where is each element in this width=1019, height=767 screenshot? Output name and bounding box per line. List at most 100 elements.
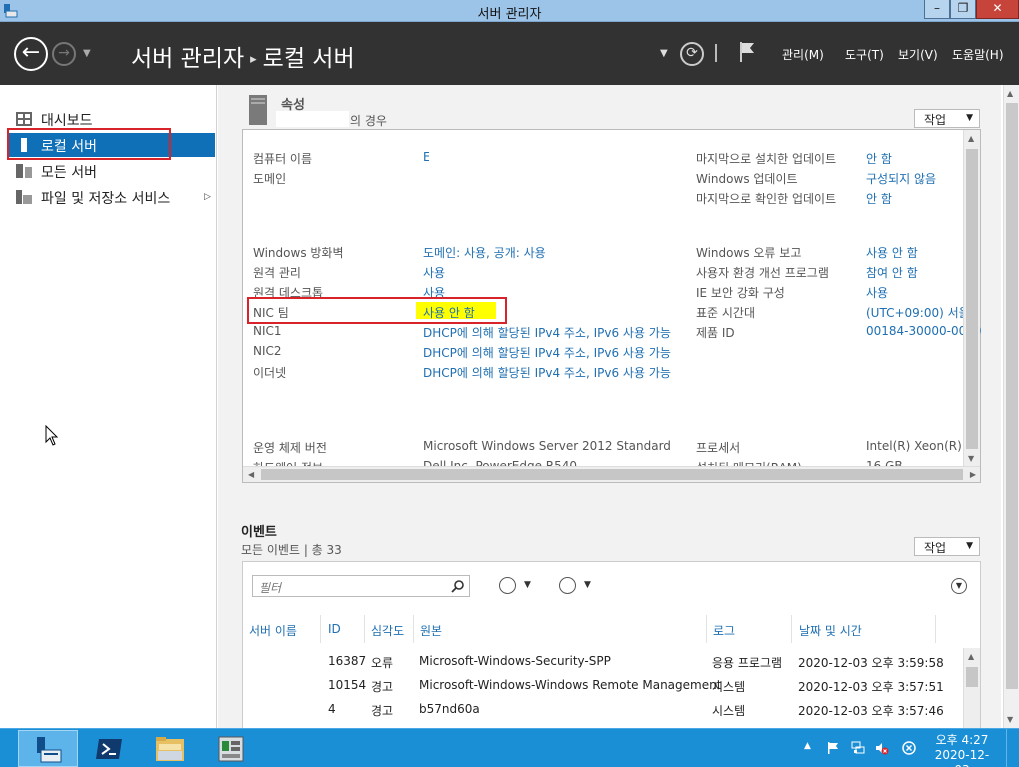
annotation-highlight-box — [247, 297, 507, 324]
close-button[interactable]: ✕ — [976, 0, 1019, 19]
chevron-down-icon[interactable]: ▼ — [524, 580, 531, 590]
scrollbar-thumb[interactable] — [966, 667, 978, 687]
prop-value-error-reporting[interactable]: 사용 안 함 — [866, 244, 918, 261]
cancel-icon[interactable] — [902, 741, 916, 755]
prop-value-firewall[interactable]: 도메인: 사용, 공개: 사용 — [423, 244, 546, 261]
scroll-up-icon[interactable]: ▲ — [1007, 89, 1013, 98]
annotation-highlight-box — [7, 128, 171, 160]
properties-horizontal-scrollbar[interactable]: ◀ ▶ — [243, 466, 980, 482]
scroll-up-icon[interactable]: ▲ — [968, 134, 974, 143]
volume-muted-icon[interactable] — [875, 741, 889, 755]
events-scrollbar[interactable]: ▲ — [963, 648, 980, 731]
event-severity: 오류 — [371, 656, 394, 670]
column-header-server-name[interactable]: 서버 이름 — [249, 622, 297, 639]
forward-button[interactable]: → — [52, 42, 76, 66]
prop-value-ie-esc[interactable]: 사용 — [866, 284, 888, 301]
filter-input[interactable]: 필터 — [252, 575, 470, 597]
event-severity: 경고 — [371, 680, 394, 694]
column-header-log[interactable]: 로그 — [713, 622, 735, 639]
refresh-icon[interactable]: ⟳ — [680, 42, 704, 66]
maximize-button[interactable]: ❐ — [950, 0, 976, 19]
prop-value-windows-update[interactable]: 구성되지 않음 — [866, 170, 936, 187]
column-divider — [935, 615, 936, 643]
sidebar-item-all-servers[interactable]: 모든 서버 — [9, 159, 215, 183]
taskbar: ▲ 오후 4:27 2020-12-03 — [0, 728, 1019, 767]
properties-task-button[interactable]: 작업 ▼ — [914, 109, 980, 128]
column-header-id[interactable]: ID — [328, 622, 341, 636]
prop-value-ceip[interactable]: 참여 안 함 — [866, 264, 918, 281]
show-desktop-button[interactable] — [1006, 729, 1019, 767]
show-hidden-icons-icon[interactable]: ▲ — [804, 741, 818, 755]
scroll-down-icon[interactable]: ▼ — [968, 454, 974, 463]
search-icon[interactable] — [451, 579, 465, 593]
all-servers-icon — [16, 164, 32, 178]
main-scrollbar[interactable]: ▲ ▼ — [1003, 85, 1019, 728]
expand-section-icon[interactable]: ▼ — [951, 578, 967, 594]
column-divider — [364, 615, 365, 643]
sidebar-item-label: 파일 및 저장소 서비스 — [41, 191, 171, 207]
prop-label: NIC1 — [253, 324, 282, 338]
events-task-button[interactable]: 작업 ▼ — [914, 537, 980, 556]
system-clock[interactable]: 오후 4:27 2020-12-03 — [928, 733, 996, 767]
expand-arrow-icon[interactable]: ▷ — [204, 192, 211, 202]
event-log: 시스템 — [712, 680, 746, 694]
prop-label: 이더넷 — [253, 366, 287, 380]
scroll-up-icon[interactable]: ▲ — [968, 652, 974, 661]
event-source: Microsoft-Windows-Windows Remote Managem… — [419, 678, 722, 692]
scrollbar-thumb[interactable] — [966, 149, 978, 449]
prop-value-last-checked-update[interactable]: 안 함 — [866, 190, 892, 207]
scrollbar-thumb[interactable] — [261, 469, 963, 480]
event-log: 시스템 — [712, 704, 746, 718]
scrollbar-thumb[interactable] — [1006, 103, 1018, 689]
properties-vertical-scrollbar[interactable]: ▲ ▼ — [963, 130, 980, 466]
chevron-down-icon[interactable]: ▼ — [584, 580, 591, 590]
chevron-down-icon: ▼ — [966, 541, 973, 551]
scroll-left-icon[interactable]: ◀ — [248, 470, 254, 479]
event-source: b57nd60a — [419, 702, 480, 716]
prop-value-remote-management[interactable]: 사용 — [423, 264, 445, 281]
clock-time: 오후 4:27 — [935, 733, 989, 747]
prop-value-last-installed-update[interactable]: 안 함 — [866, 150, 892, 167]
back-button[interactable]: ← — [14, 37, 48, 71]
save-query-icon[interactable] — [559, 577, 576, 594]
menu-view[interactable]: 보기(V) — [898, 46, 938, 63]
server-manager-icon — [37, 737, 62, 763]
prop-value-time-zone[interactable]: (UTC+09:00) 서울 — [866, 304, 970, 321]
nav-history-dropdown-icon[interactable]: ▼ — [83, 48, 91, 59]
network-icon[interactable] — [851, 741, 865, 755]
column-header-severity[interactable]: 심각도 — [371, 622, 404, 639]
prop-value-ethernet[interactable]: DHCP에 의해 할당된 IPv4 주소, IPv6 사용 가능 — [423, 364, 671, 381]
chevron-down-icon: ▼ — [966, 113, 973, 123]
filter-placeholder: 필터 — [259, 581, 282, 595]
column-header-datetime[interactable]: 날짜 및 시간 — [799, 622, 862, 639]
header-bar: ← → ▼ 서버 관리자 ▸ 로컬 서버 ▼ ⟳ 관리(M) 도구(T) 보기(V)… — [0, 22, 1019, 85]
scroll-right-icon[interactable]: ▶ — [970, 470, 976, 479]
prop-value-nic1[interactable]: DHCP에 의해 할당된 IPv4 주소, IPv6 사용 가능 — [423, 324, 671, 341]
column-divider — [413, 615, 414, 643]
sidebar-item-file-storage[interactable]: 파일 및 저장소 서비스 — [9, 185, 215, 209]
taskbar-powershell[interactable] — [79, 730, 139, 767]
column-header-source[interactable]: 원본 — [420, 622, 442, 639]
prop-label: Windows 업데이트 — [696, 172, 798, 186]
breadcrumb-separator-icon: ▸ — [250, 52, 257, 67]
list-options-icon[interactable] — [499, 577, 516, 594]
notifications-flag-icon[interactable] — [737, 40, 757, 64]
taskbar-network-app[interactable] — [201, 730, 261, 767]
menu-manage[interactable]: 관리(M) — [782, 46, 824, 63]
header-dropdown-icon[interactable]: ▼ — [660, 48, 668, 59]
redacted-server-names — [246, 650, 323, 718]
column-divider — [320, 615, 321, 643]
event-severity: 경고 — [371, 704, 394, 718]
scroll-down-icon[interactable]: ▼ — [1007, 715, 1013, 724]
prop-value-nic2[interactable]: DHCP에 의해 할당된 IPv4 주소, IPv6 사용 가능 — [423, 344, 671, 361]
menu-tools[interactable]: 도구(T) — [845, 46, 884, 63]
file-storage-icon — [16, 190, 32, 204]
breadcrumb-root[interactable]: 서버 관리자 — [131, 46, 244, 72]
taskbar-file-explorer[interactable] — [140, 730, 200, 767]
action-center-flag-icon[interactable] — [826, 741, 840, 755]
prop-label: 사용자 환경 개선 프로그램 — [696, 266, 829, 280]
taskbar-server-manager[interactable] — [18, 730, 78, 767]
menu-help[interactable]: 도움말(H) — [952, 46, 1004, 63]
minimize-button[interactable]: – — [924, 0, 950, 19]
prop-label: 제품 ID — [696, 326, 735, 340]
